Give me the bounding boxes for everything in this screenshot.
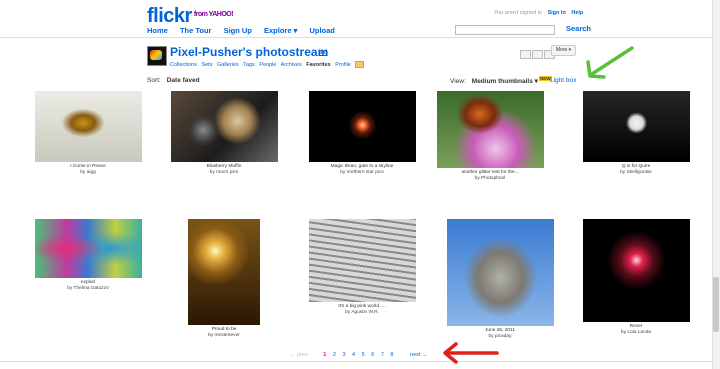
- facebook-share-icon[interactable]: [532, 50, 543, 59]
- photo-owner[interactable]: by Thelma Gatuzzo: [28, 286, 148, 292]
- subnav-profile[interactable]: Profile: [335, 62, 351, 68]
- photostream-subnav: Collections Sets Galleries Tags People A…: [170, 61, 367, 68]
- search-button[interactable]: Search: [566, 24, 591, 33]
- search-input[interactable]: [455, 25, 555, 35]
- nav-home[interactable]: Home: [147, 26, 168, 35]
- buddy-icon[interactable]: [147, 46, 167, 66]
- photo-thumbnail[interactable]: [446, 219, 554, 326]
- photo-item: June 26, 2011 by picaday: [440, 219, 560, 340]
- photo-thumbnail[interactable]: [308, 91, 416, 162]
- photo-owner[interactable]: by mox's pics: [164, 170, 284, 176]
- sign-in-link[interactable]: Sign In: [547, 10, 565, 16]
- page-2[interactable]: 2: [333, 352, 336, 358]
- page-5[interactable]: 5: [362, 352, 365, 358]
- page-title: Pixel-Pusher's photostream: [170, 45, 329, 59]
- view-label: View:: [450, 78, 466, 85]
- next-page-link[interactable]: next →: [410, 352, 427, 358]
- email-share-icon[interactable]: [520, 50, 531, 59]
- nav-explore[interactable]: Explore ▾: [264, 26, 297, 35]
- logo-yahoo: from YAHOO!: [193, 11, 234, 18]
- green-arrow-icon: [586, 46, 634, 79]
- photo-owner[interactable]: by mestertever: [164, 333, 284, 339]
- photo-item: It's a big pink world .... by Agustin W.R…: [302, 219, 422, 316]
- nav-upload[interactable]: Upload: [309, 26, 334, 35]
- photo-owner[interactable]: by Lola Landa: [576, 330, 696, 336]
- account-area: You aren't signed in Sign In Help: [494, 10, 583, 16]
- photo-thumbnail[interactable]: [582, 219, 690, 322]
- mail-icon[interactable]: [355, 61, 365, 68]
- subnav-archives[interactable]: Archives: [281, 62, 302, 68]
- photo-thumbnail[interactable]: [34, 219, 142, 278]
- photo-thumbnail[interactable]: [582, 91, 690, 162]
- page-6[interactable]: 6: [371, 352, 374, 358]
- footer-divider: [0, 361, 712, 362]
- view-dropdown[interactable]: Medium thumbnails ▾: [472, 78, 538, 85]
- sort-control: Sort: Date faved: [147, 77, 200, 84]
- view-control: View: Medium thumbnails ▾: [450, 77, 538, 85]
- photo-owner[interactable]: by Skellyjunkie: [576, 170, 696, 176]
- nav-the-tour[interactable]: The Tour: [180, 26, 212, 35]
- photo-owner[interactable]: by northern star pics: [302, 170, 422, 176]
- page-7[interactable]: 7: [381, 352, 384, 358]
- page-8[interactable]: 8: [390, 352, 393, 358]
- nav-sign-up[interactable]: Sign Up: [224, 26, 252, 35]
- scrollbar-thumb[interactable]: [713, 277, 719, 332]
- subnav-people[interactable]: People: [259, 62, 276, 68]
- photo-thumbnail[interactable]: [34, 91, 142, 162]
- prev-page-link: ← prev: [290, 352, 308, 358]
- pagination: ← prev 1 2 3 4 5 6 7 8 next →: [290, 352, 427, 358]
- photo-item: Q is for Quire by Skellyjunkie: [576, 91, 696, 176]
- flickr-logo[interactable]: flickr from YAHOO!: [147, 5, 234, 28]
- help-link[interactable]: Help: [571, 10, 583, 16]
- photo-owner[interactable]: by Agustin W.R.: [302, 310, 422, 316]
- page-1: 1: [323, 352, 327, 358]
- top-nav: Home The Tour Sign Up Explore ▾ Upload: [147, 26, 345, 35]
- photo-thumbnail[interactable]: [436, 91, 544, 168]
- logo-main: flickr: [147, 5, 192, 27]
- lightbox-link[interactable]: Light box: [550, 77, 576, 84]
- photo-owner[interactable]: by aigg: [28, 170, 148, 176]
- page-3[interactable]: 3: [342, 352, 345, 358]
- photo-thumbnail[interactable]: [188, 219, 260, 325]
- more-button[interactable]: More ▾: [551, 45, 576, 56]
- photo-item: Proud to be by mestertever: [164, 219, 284, 339]
- sort-label: Sort:: [147, 77, 161, 84]
- photo-owner[interactable]: by Photophool: [430, 176, 550, 182]
- header-divider: [0, 37, 712, 38]
- red-arrow-icon: [443, 342, 499, 364]
- subnav-tags[interactable]: Tags: [243, 62, 255, 68]
- pro-badge[interactable]: pro: [319, 50, 327, 56]
- photo-item: I Come in Peace by aigg: [28, 91, 148, 176]
- sort-value[interactable]: Date faved: [167, 77, 200, 84]
- page-4[interactable]: 4: [352, 352, 355, 358]
- subnav-galleries[interactable]: Galleries: [217, 62, 239, 68]
- photo-owner[interactable]: by picaday: [440, 334, 560, 340]
- subnav-sets[interactable]: Sets: [201, 62, 212, 68]
- subnav-collections[interactable]: Collections: [170, 62, 197, 68]
- photo-item: explod by Thelma Gatuzzo: [28, 219, 148, 292]
- photo-thumbnail[interactable]: [170, 91, 278, 162]
- photo-thumbnail[interactable]: [308, 219, 416, 302]
- photo-item: another glitter test for the... by Photop…: [430, 91, 550, 182]
- subnav-favorites[interactable]: Favorites: [306, 62, 330, 68]
- photo-item: Blueberry Muffin by mox's pics: [164, 91, 284, 176]
- photo-item: Magic Bean, gate to a skyline by northern…: [302, 91, 422, 176]
- photo-item: Rever by Lola Landa: [576, 219, 696, 336]
- not-signed-in-text: You aren't signed in: [494, 10, 542, 16]
